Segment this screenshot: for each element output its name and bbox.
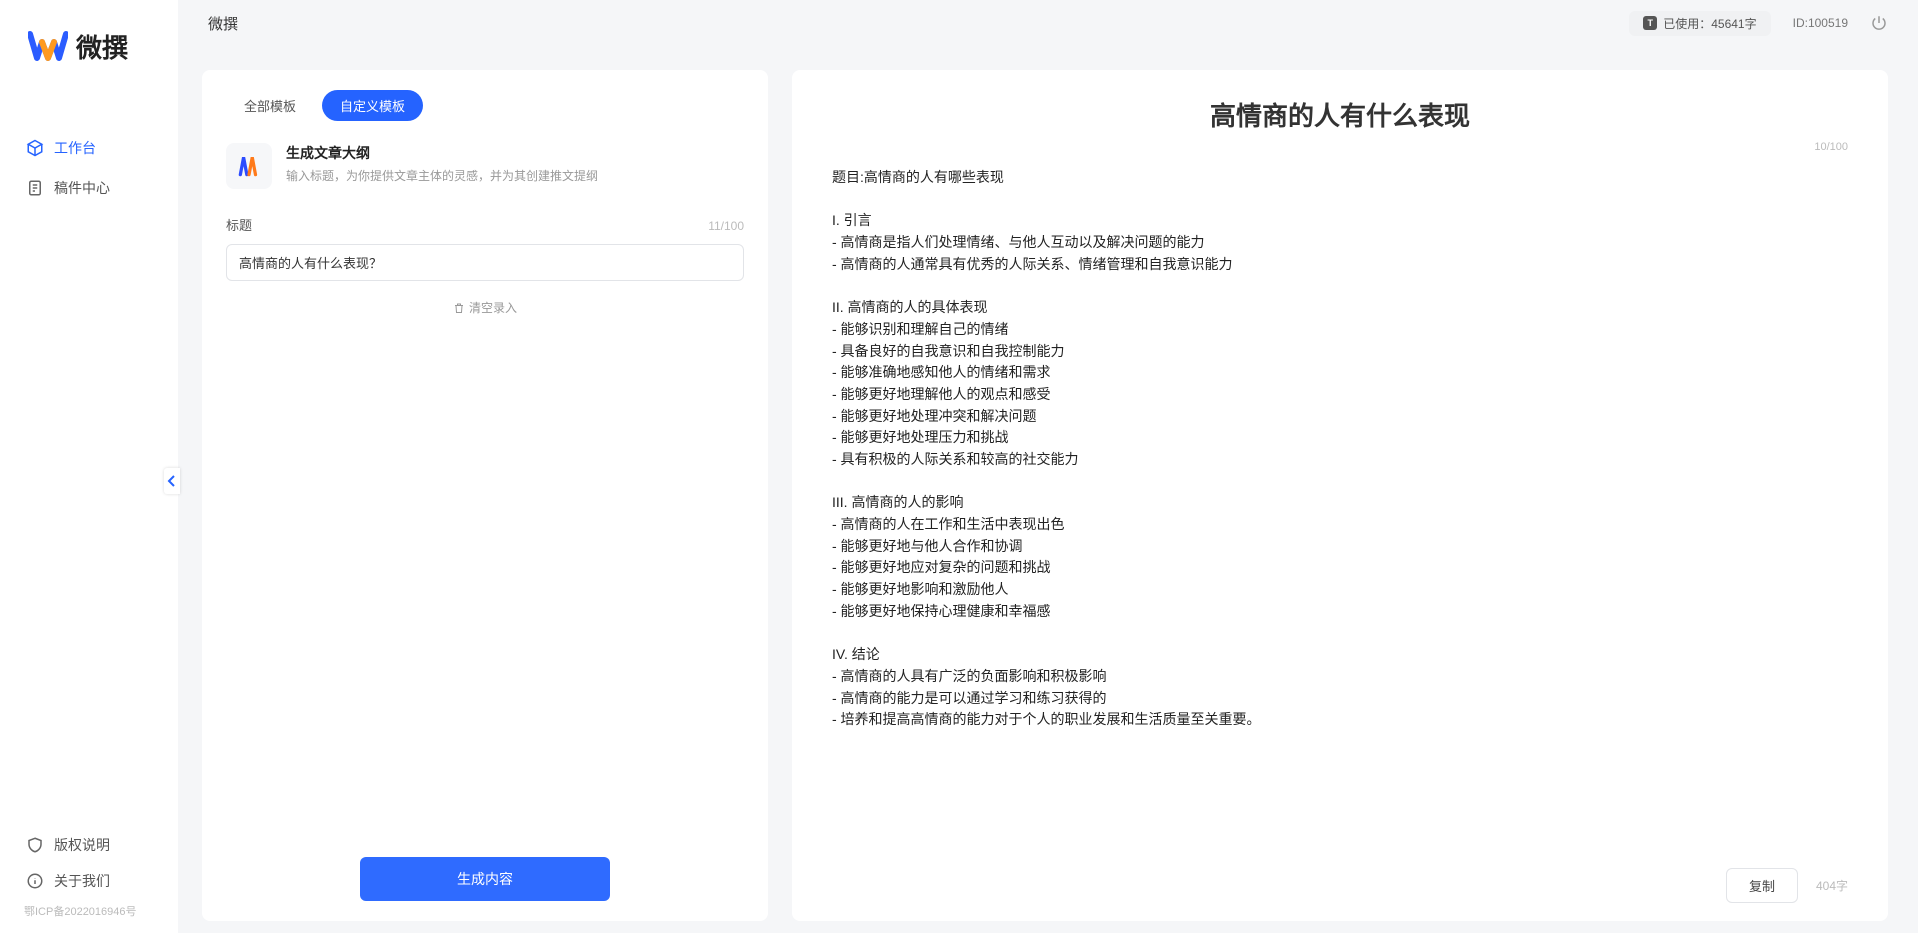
output-title: 高情商的人有什么表现 xyxy=(832,96,1848,133)
tabs: 全部模板 自定义模板 xyxy=(226,90,744,121)
nav-workbench[interactable]: 工作台 xyxy=(0,128,178,168)
output-title-counter: 10/100 xyxy=(832,141,1848,153)
copy-button[interactable]: 复制 xyxy=(1726,868,1798,903)
info-icon xyxy=(26,872,44,890)
template-icon xyxy=(226,143,272,189)
template-row: 生成文章大纲 输入标题，为你提供文章主体的灵感，并为其创建推文提纲 xyxy=(226,143,744,189)
user-id: ID:100519 xyxy=(1793,16,1848,30)
word-count: 404字 xyxy=(1816,877,1848,894)
tab-all-templates[interactable]: 全部模板 xyxy=(226,90,314,121)
usage-label: 已使用：45641字 xyxy=(1663,15,1756,32)
input-panel: 全部模板 自定义模板 生成文章大纲 输入标题，为你提供文章主体的灵感，并为其创建… xyxy=(202,70,768,921)
title-field-label: 标题 xyxy=(226,215,252,234)
generate-button[interactable]: 生成内容 xyxy=(360,857,610,901)
usage-pill[interactable]: T 已使用：45641字 xyxy=(1629,11,1770,36)
topbar-title: 微撰 xyxy=(208,13,238,34)
output-footer: 复制 404字 xyxy=(832,854,1848,903)
text-badge-icon: T xyxy=(1643,16,1657,30)
title-field-counter: 11/100 xyxy=(708,219,744,233)
shield-icon xyxy=(26,836,44,854)
icp-text: 鄂ICP备2022016946号 xyxy=(0,899,178,925)
cube-icon xyxy=(26,139,44,157)
tab-custom-template[interactable]: 自定义模板 xyxy=(322,90,423,121)
nav-label: 工作台 xyxy=(54,138,96,158)
nav-copyright[interactable]: 版权说明 xyxy=(0,827,178,863)
nav-label: 版权说明 xyxy=(54,835,110,855)
template-title: 生成文章大纲 xyxy=(286,143,598,163)
nav-drafts[interactable]: 稿件中心 xyxy=(0,168,178,208)
collapse-handle[interactable] xyxy=(164,468,180,494)
document-icon xyxy=(26,179,44,197)
output-panel: 高情商的人有什么表现 10/100 题目:高情商的人有哪些表现 I. 引言 - … xyxy=(792,70,1888,921)
logo: 微撰 xyxy=(0,0,178,84)
chevron-left-icon xyxy=(167,475,177,487)
main: 微撰 T 已使用：45641字 ID:100519 全部模板 自定 xyxy=(178,0,1918,933)
nav-label: 稿件中心 xyxy=(54,178,110,198)
output-body: 题目:高情商的人有哪些表现 I. 引言 - 高情商是指人们处理情绪、与他人互动以… xyxy=(832,167,1848,854)
brand-name: 微撰 xyxy=(76,28,128,65)
nav-label: 关于我们 xyxy=(54,871,110,891)
power-icon[interactable] xyxy=(1870,14,1888,32)
content: 全部模板 自定义模板 生成文章大纲 输入标题，为你提供文章主体的灵感，并为其创建… xyxy=(178,46,1918,933)
trash-icon xyxy=(453,302,465,314)
template-desc: 输入标题，为你提供文章主体的灵感，并为其创建推文提纲 xyxy=(286,167,598,184)
sidebar-bottom: 版权说明 关于我们 鄂ICP备2022016946号 xyxy=(0,827,178,933)
sidebar: 微撰 工作台 稿件中心 xyxy=(0,0,178,933)
nav-about[interactable]: 关于我们 xyxy=(0,863,178,899)
nav: 工作台 稿件中心 xyxy=(0,84,178,208)
title-input[interactable] xyxy=(226,244,744,281)
topbar: 微撰 T 已使用：45641字 ID:100519 xyxy=(178,0,1918,46)
logo-icon xyxy=(28,26,68,66)
clear-label: 清空录入 xyxy=(469,299,517,316)
clear-input-button[interactable]: 清空录入 xyxy=(226,299,744,316)
